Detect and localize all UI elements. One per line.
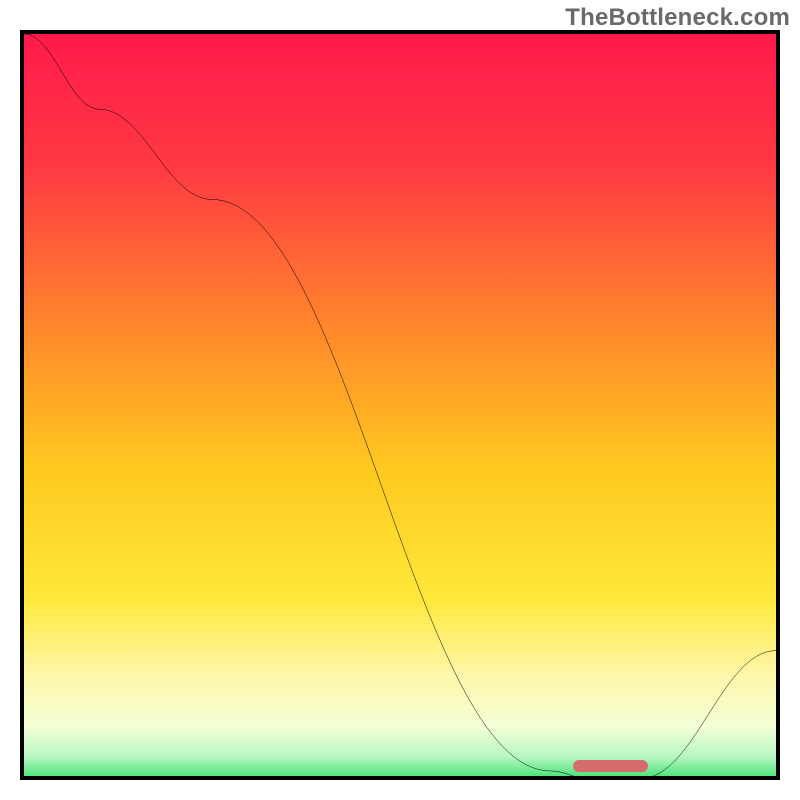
watermark-text: TheBottleneck.com: [565, 4, 790, 32]
bottleneck-curve-path: [24, 34, 776, 778]
optimum-range-marker: [573, 760, 648, 772]
plot-area: [20, 30, 780, 780]
bottleneck-chart: TheBottleneck.com: [0, 0, 800, 800]
bottleneck-curve-svg: [24, 34, 776, 780]
